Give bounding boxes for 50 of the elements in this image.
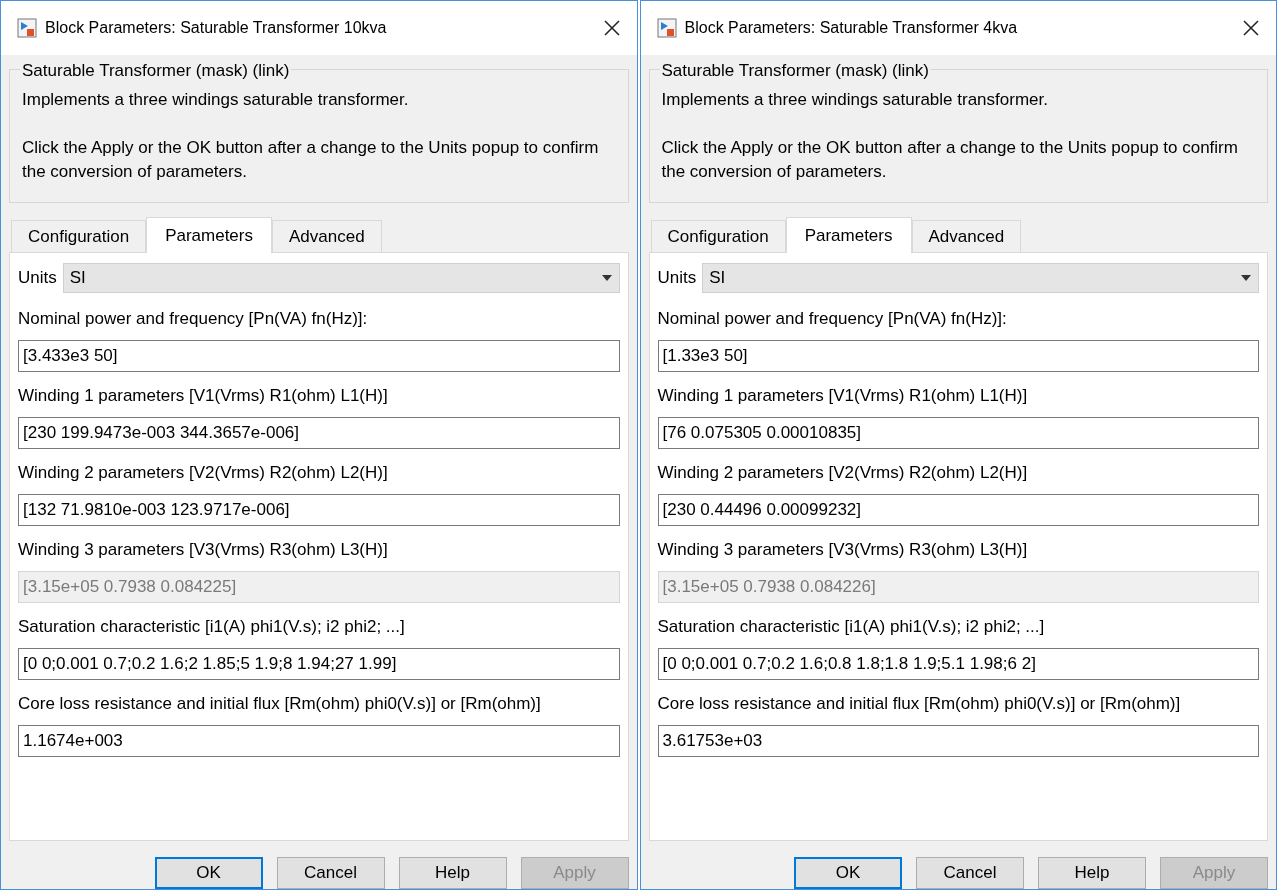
parameter-field[interactable]: 3.61753e+03 — [657, 725, 1259, 757]
dialog-button[interactable]: Cancel — [916, 857, 1024, 889]
parameter-label: Winding 1 parameters [V1(Vrms) R1(ohm) L1(H)] — [18, 385, 389, 407]
close-icon[interactable] — [602, 19, 621, 37]
block-icon — [656, 18, 677, 38]
dialog-button[interactable]: Cancel — [276, 857, 385, 889]
parameter-label: Winding 3 parameters [V3(Vrms) R3(ohm) L3(H)] — [18, 539, 389, 561]
dialog-button[interactable]: Help — [398, 857, 507, 889]
close-icon[interactable] — [1242, 19, 1260, 37]
parameter-field[interactable]: 1.1674e+003 — [18, 725, 620, 757]
description-text: Click the Apply or the OK button after a change to the Units popup to confirm the conversion of parameters. — [22, 137, 600, 183]
window-title: Block Parameters: Saturable Transformer 4kva — [684, 18, 1019, 38]
description-text: Click the Apply or the OK button after a change to the Units popup to confirm the conversion of parameters. — [661, 137, 1239, 183]
units-dropdown[interactable]: SI — [702, 263, 1259, 293]
parameter-field[interactable]: [132 71.9810e-003 123.9717e-006] — [18, 494, 620, 526]
tab[interactable]: Parameters — [146, 217, 272, 253]
units-label: Units — [18, 267, 57, 290]
dropdown-arrow-icon — [600, 274, 613, 282]
parameter-label: Saturation characteristic [i1(A) phi1(V.s); i2 phi2; ...] — [657, 616, 1046, 638]
parameter-field[interactable]: [230 0.44496 0.00099232] — [657, 494, 1259, 526]
dropdown-arrow-icon — [1240, 274, 1252, 282]
tab[interactable]: Parameters — [785, 217, 912, 253]
dialog-button[interactable]: Help — [1038, 857, 1146, 889]
window-title: Block Parameters: Saturable Transformer 10kva — [45, 18, 388, 38]
block-icon — [17, 18, 37, 38]
tab[interactable]: Advanced — [911, 220, 1022, 252]
dialog-button[interactable]: OK — [794, 857, 902, 889]
parameter-label: Saturation characteristic [i1(A) phi1(V.s); i2 phi2; ...] — [18, 616, 406, 638]
tab[interactable]: Advanced — [272, 220, 382, 252]
parameter-label: Winding 3 parameters [V3(Vrms) R3(ohm) L3(H)] — [657, 539, 1029, 561]
parameter-field[interactable]: [76 0.075305 0.00010835] — [657, 417, 1259, 449]
parameter-label: Core loss resistance and initial flux [Rm(ohm) phi0(V.s)] or [Rm(ohm)] — [18, 693, 542, 715]
parameter-label: Winding 2 parameters [V2(Vrms) R2(ohm) L2(H)] — [657, 462, 1029, 484]
parameter-field[interactable]: [230 199.9473e-003 344.3657e-006] — [18, 417, 620, 449]
parameter-field[interactable]: [1.33e3 50] — [657, 340, 1259, 372]
tab[interactable]: Configuration — [11, 220, 147, 252]
tab[interactable]: Configuration — [650, 220, 786, 252]
description-text: Implements a three windings saturable transformer. — [661, 89, 1049, 111]
parameter-label: Core loss resistance and initial flux [Rm(ohm) phi0(V.s)] or [Rm(ohm)] — [657, 693, 1182, 715]
parameter-label: Winding 2 parameters [V2(Vrms) R2(ohm) L2(H)] — [18, 462, 389, 484]
units-dropdown[interactable]: SI — [62, 263, 620, 293]
parameter-field[interactable]: [0 0;0.001 0.7;0.2 1.6;2 1.85;5 1.9;8 1.94;27 1.99] — [18, 648, 620, 680]
dialog-button[interactable]: OK — [154, 857, 263, 889]
description-text: Implements a three windings saturable transformer. — [22, 89, 410, 111]
parameter-label: Nominal power and frequency [Pn(VA) fn(Hz)]: — [18, 308, 369, 330]
parameter-label: Nominal power and frequency [Pn(VA) fn(Hz)]: — [657, 308, 1008, 330]
parameter-field[interactable]: [0 0;0.001 0.7;0.2 1.6;0.8 1.8;1.8 1.9;5.1 1.98;6 2] — [657, 648, 1259, 680]
parameter-label: Winding 1 parameters [V1(Vrms) R1(ohm) L1(H)] — [657, 385, 1029, 407]
parameter-field[interactable]: [3.433e3 50] — [18, 340, 620, 372]
units-label: Units — [657, 267, 697, 290]
